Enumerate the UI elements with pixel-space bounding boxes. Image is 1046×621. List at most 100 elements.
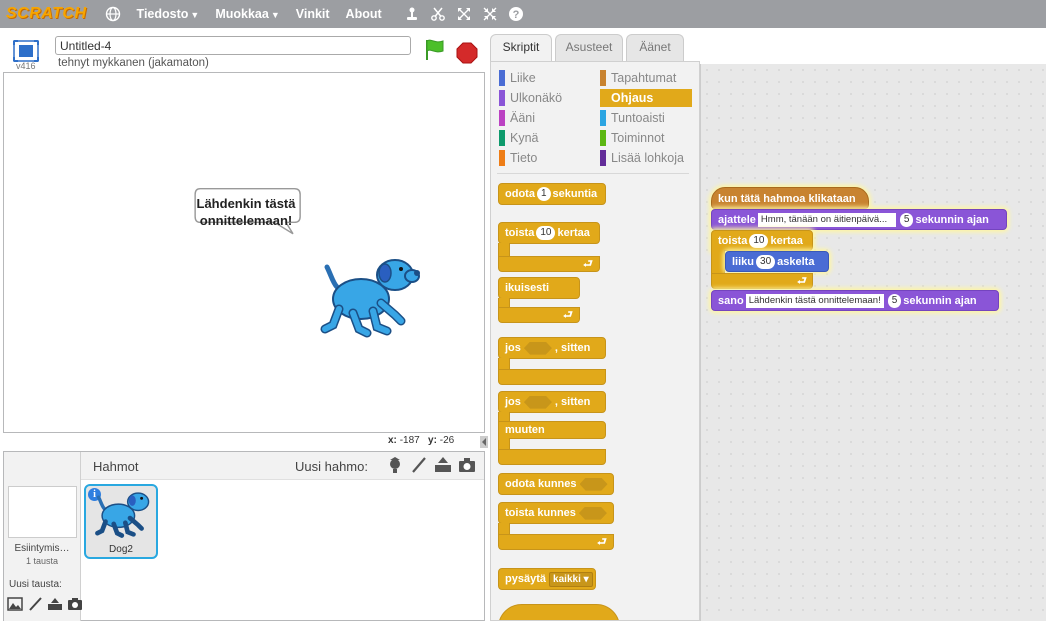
block-number-input[interactable]: 10 (536, 226, 556, 241)
block-if-else-foot (498, 449, 606, 465)
camera-icon[interactable] (67, 597, 83, 611)
menu-file[interactable]: Tiedosto ▼ (137, 7, 200, 21)
stage-canvas[interactable]: Lähdenkin tästä onnittelemaan! (3, 72, 485, 433)
category-label: Tuntoaisti (611, 111, 665, 125)
block-text: ikuisesti (505, 282, 550, 294)
upload-icon[interactable] (434, 456, 452, 474)
block-number-input[interactable]: 10 (749, 234, 769, 249)
script-say-block[interactable]: sano Lähdenkin tästä onnittelemaan! 5 sekun… (711, 290, 999, 311)
boolean-slot[interactable] (523, 341, 552, 355)
paint-brush-icon[interactable] (410, 456, 428, 474)
menu-tips[interactable]: Vinkit (296, 7, 330, 21)
sprites-title: Hahmot (93, 459, 139, 474)
chevron-down-icon: ▼ (270, 10, 280, 20)
stage-thumbnail[interactable] (8, 486, 77, 538)
block-text: odota kunnes (505, 478, 577, 490)
menu-edit-label: Muokkaa (215, 7, 269, 21)
dropdown-value: kaikki (553, 573, 581, 585)
paint-brush-icon[interactable] (27, 597, 43, 611)
backdrop-count: 1 tausta (25, 556, 59, 566)
category-label: Lisää lohkoja (611, 151, 684, 165)
duplicate-icon[interactable] (404, 6, 420, 22)
stage-label: Esiintymis… (14, 543, 70, 554)
help-icon[interactable]: ? (508, 6, 524, 22)
menu-about[interactable]: About (346, 7, 382, 21)
tab-costumes[interactable]: Asusteet (555, 34, 623, 61)
block-if-then-foot (498, 369, 606, 385)
stop-option-dropdown[interactable]: kaikki ▾ (549, 571, 593, 587)
cut-icon[interactable] (430, 6, 446, 22)
scratch-logo[interactable]: SCRATCH (6, 5, 87, 23)
category-pen[interactable]: Kynä (499, 129, 589, 147)
block-text: toista kunnes (505, 507, 576, 519)
block-hat-partial[interactable] (498, 604, 620, 620)
category-more-blocks[interactable]: Lisää lohkoja (600, 149, 692, 167)
project-byline: tehnyt mykkanen (jakamaton) (58, 57, 209, 69)
menu-edit[interactable]: Muokkaa ▼ (215, 7, 279, 21)
boolean-slot[interactable] (523, 395, 552, 409)
block-number-input[interactable]: 1 (536, 187, 551, 202)
toolbar-icons: ? (404, 6, 524, 22)
category-color (600, 70, 606, 86)
script-hat-when-clicked[interactable]: kun tätä hahmoa klikataan (711, 187, 869, 209)
category-label: Ulkonäkö (510, 91, 563, 105)
block-wait-until[interactable]: odota kunnes (498, 473, 614, 495)
block-number-input[interactable]: 5 (887, 294, 902, 309)
block-repeat-until[interactable]: toista kunnes (498, 502, 614, 524)
block-number-input[interactable]: 5 (899, 213, 914, 228)
sprite-pane: Esiintymis… 1 tausta Uusi tausta: Hahmot… (3, 451, 485, 621)
category-label: Ohjaus (611, 91, 654, 105)
fullscreen-icon[interactable] (13, 40, 39, 62)
boolean-slot[interactable] (578, 506, 607, 520)
block-text: kertaa (557, 227, 590, 239)
category-label: Ääni (510, 111, 536, 125)
script-repeat-arm (711, 250, 725, 274)
category-sensing[interactable]: Tuntoaisti (600, 109, 692, 127)
category-motion[interactable]: Liike (499, 69, 589, 87)
new-sprite-icons (386, 456, 476, 474)
shrink-icon[interactable] (482, 6, 498, 22)
category-control[interactable]: Ohjaus (600, 89, 692, 107)
block-repeat[interactable]: toista 10 kertaa (498, 222, 600, 244)
project-title-input[interactable] (55, 36, 411, 55)
category-data[interactable]: Tieto (499, 149, 589, 167)
block-stop[interactable]: pysäytä kaikki ▾ (498, 568, 596, 590)
script-repeat-block[interactable]: toista 10 kertaa (711, 230, 813, 251)
svg-text:?: ? (512, 9, 519, 21)
category-events[interactable]: Tapahtumat (600, 69, 692, 87)
block-number-input[interactable]: 30 (756, 255, 776, 270)
block-if-then[interactable]: jos , sitten (498, 337, 606, 359)
sprite-library-icon[interactable] (386, 456, 404, 474)
category-label: Tapahtumat (611, 71, 677, 85)
script-think-block[interactable]: ajattele Hmm, tänään on äitienpäivä... 5 se… (711, 209, 1007, 230)
globe-icon[interactable] (105, 6, 121, 22)
dog-sprite-thumbnail (95, 492, 150, 538)
tab-sounds[interactable]: Äänet (626, 34, 684, 61)
image-library-icon[interactable] (7, 597, 23, 611)
block-wait[interactable]: odota 1 sekuntia (498, 183, 606, 205)
script-move-block[interactable]: liiku 30 askelta (725, 251, 829, 272)
sprite-name: Dog2 (109, 544, 133, 555)
category-color (600, 150, 606, 166)
category-looks[interactable]: Ulkonäkö (499, 89, 589, 107)
green-flag-icon[interactable] (423, 38, 447, 62)
camera-icon[interactable] (458, 456, 476, 474)
grow-icon[interactable] (456, 6, 472, 22)
block-text: pysäytä (505, 573, 546, 585)
stop-icon[interactable] (456, 42, 478, 64)
tab-scripts[interactable]: Skriptit (490, 34, 552, 62)
category-sound[interactable]: Ääni (499, 109, 589, 127)
category-color (499, 150, 505, 166)
boolean-slot[interactable] (579, 477, 608, 491)
block-if-else[interactable]: jos , sitten (498, 391, 606, 413)
collapse-stage-icon[interactable] (480, 436, 488, 448)
script-area[interactable]: kun tätä hahmoa klikataan ajattele Hmm, t… (700, 64, 1046, 621)
block-palette: Liike Ulkonäkö Ääni Kynä Tieto Tapahtuma… (490, 61, 700, 621)
block-text-input[interactable]: Hmm, tänään on äitienpäivä... (757, 213, 896, 228)
block-text-input[interactable]: Lähdenkin tästä onnittelemaan! (745, 294, 884, 309)
dog-sprite[interactable] (317, 253, 421, 339)
sprite-tile-dog2[interactable]: i Dog2 (84, 484, 158, 559)
block-forever[interactable]: ikuisesti (498, 277, 580, 299)
category-operators[interactable]: Toiminnot (600, 129, 692, 147)
upload-icon[interactable] (47, 597, 63, 611)
